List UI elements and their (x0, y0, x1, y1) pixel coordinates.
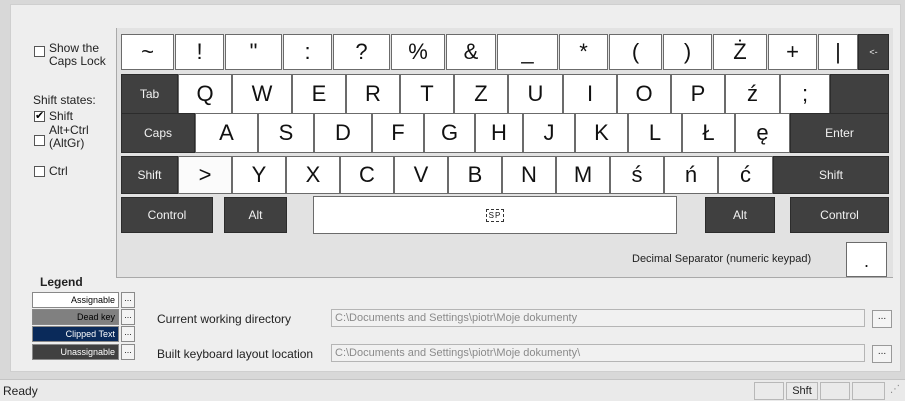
key-row2-7[interactable]: I (563, 74, 617, 114)
legend-button-1[interactable]: ... (121, 309, 135, 325)
build-location-field[interactable]: C:\Documents and Settings\piotr\Moje dok… (331, 344, 865, 362)
shift-states-title: Shift states: (33, 93, 96, 107)
build-location-browse-button[interactable]: ... (872, 345, 892, 363)
key-row4-8[interactable]: ś (610, 156, 664, 194)
show-caps-lock-checkbox[interactable] (34, 46, 45, 57)
key-row1-13[interactable]: | (818, 34, 858, 70)
shift-checkbox[interactable]: ✔ (34, 111, 45, 122)
left-shift-key[interactable]: Shift (121, 156, 178, 194)
status-text: Ready (3, 384, 38, 398)
key-row1-12[interactable]: + (768, 34, 817, 70)
key-row2-10[interactable]: ź (725, 74, 780, 114)
key-row1-1[interactable]: ! (175, 34, 224, 70)
legend-swatch-1: Dead key (32, 309, 119, 325)
key-row2-8[interactable]: O (617, 74, 671, 114)
shift-label: Shift (49, 109, 74, 123)
status-shift-indicator: Shft (786, 382, 818, 400)
key-row4-9[interactable]: ń (664, 156, 718, 194)
legend-swatch-3: Unassignable (32, 344, 119, 360)
backspace-key[interactable]: <- (858, 34, 889, 70)
status-pane-1 (754, 382, 784, 400)
legend-swatch-0: Assignable (32, 292, 119, 308)
legend-button-0[interactable]: ... (121, 292, 135, 308)
key-row1-8[interactable]: * (559, 34, 608, 70)
key-row3-8[interactable]: L (628, 113, 682, 153)
key-row4-6[interactable]: N (502, 156, 556, 194)
key-row4-2[interactable]: X (286, 156, 340, 194)
key-row1-7[interactable]: _ (497, 34, 558, 70)
altgr-checkbox[interactable] (34, 135, 45, 146)
enter-key-upper[interactable] (830, 74, 889, 114)
key-row4-10[interactable]: ć (718, 156, 773, 194)
working-dir-browse-button[interactable]: ... (872, 310, 892, 328)
legend-button-3[interactable]: ... (121, 344, 135, 360)
key-row3-7[interactable]: K (575, 113, 628, 153)
enter-key[interactable]: Enter (790, 113, 889, 153)
key-row1-6[interactable]: & (446, 34, 496, 70)
decimal-separator-key[interactable]: . (846, 242, 887, 277)
key-row2-11[interactable]: ; (780, 74, 830, 114)
right-control-key[interactable]: Control (790, 197, 889, 233)
key-row4-3[interactable]: C (340, 156, 394, 194)
working-dir-field[interactable]: C:\Documents and Settings\piotr\Moje dok… (331, 309, 865, 327)
key-row2-6[interactable]: U (508, 74, 563, 114)
key-row2-9[interactable]: P (671, 74, 725, 114)
key-row3-5[interactable]: H (475, 113, 523, 153)
key-row4-5[interactable]: B (448, 156, 502, 194)
decimal-separator-label: Decimal Separator (numeric keypad) (632, 253, 812, 265)
key-row3-1[interactable]: S (258, 113, 314, 153)
key-row3-10[interactable]: ę (735, 113, 790, 153)
legend-title: Legend (40, 275, 83, 289)
space-key-label: SP (485, 208, 505, 222)
key-row2-0[interactable]: Q (178, 74, 232, 114)
tab-key[interactable]: Tab (121, 74, 178, 114)
key-row3-4[interactable]: G (424, 113, 475, 153)
key-row2-4[interactable]: T (400, 74, 454, 114)
key-row1-10[interactable]: ) (663, 34, 712, 70)
key-row3-0[interactable]: A (195, 113, 258, 153)
caps-key[interactable]: Caps (121, 113, 195, 153)
key-row1-3[interactable]: : (283, 34, 332, 70)
ctrl-checkbox[interactable] (34, 166, 45, 177)
key-row4-1[interactable]: Y (232, 156, 286, 194)
key-row2-1[interactable]: W (232, 74, 292, 114)
key-row1-5[interactable]: % (391, 34, 445, 70)
status-bar: Ready Shft ⋰ (0, 379, 905, 401)
ctrl-label: Ctrl (49, 164, 68, 178)
key-row4-7[interactable]: M (556, 156, 610, 194)
key-row2-5[interactable]: Z (454, 74, 508, 114)
space-key[interactable]: SP (313, 196, 677, 234)
legend-swatch-2: Clipped Text (32, 326, 119, 342)
key-row3-2[interactable]: D (314, 113, 372, 153)
key-row3-3[interactable]: F (372, 113, 424, 153)
key-row4-4[interactable]: V (394, 156, 448, 194)
key-row1-11[interactable]: Ż (713, 34, 767, 70)
right-shift-key[interactable]: Shift (773, 156, 889, 194)
build-location-label: Built keyboard layout location (157, 347, 314, 361)
left-control-key[interactable]: Control (121, 197, 213, 233)
status-pane-4 (852, 382, 885, 400)
key-row3-6[interactable]: J (523, 113, 575, 153)
key-row2-3[interactable]: R (346, 74, 400, 114)
key-row4-0[interactable]: > (178, 156, 232, 194)
resize-grip-icon[interactable]: ⋰ (890, 384, 900, 395)
status-pane-3 (820, 382, 850, 400)
right-alt-key[interactable]: Alt (705, 197, 775, 233)
key-row1-9[interactable]: ( (609, 34, 662, 70)
left-alt-key[interactable]: Alt (224, 197, 287, 233)
altgr-label: Alt+Ctrl (AltGr) (49, 123, 89, 150)
legend-button-2[interactable]: ... (121, 326, 135, 342)
key-row2-2[interactable]: E (292, 74, 346, 114)
working-dir-label: Current working directory (157, 312, 292, 326)
key-row3-9[interactable]: Ł (682, 113, 735, 153)
show-caps-lock-label: Show the Caps Lock (49, 41, 106, 68)
key-row1-4[interactable]: ? (333, 34, 390, 70)
key-row1-0[interactable]: ~ (121, 34, 174, 70)
key-row1-2[interactable]: " (225, 34, 282, 70)
